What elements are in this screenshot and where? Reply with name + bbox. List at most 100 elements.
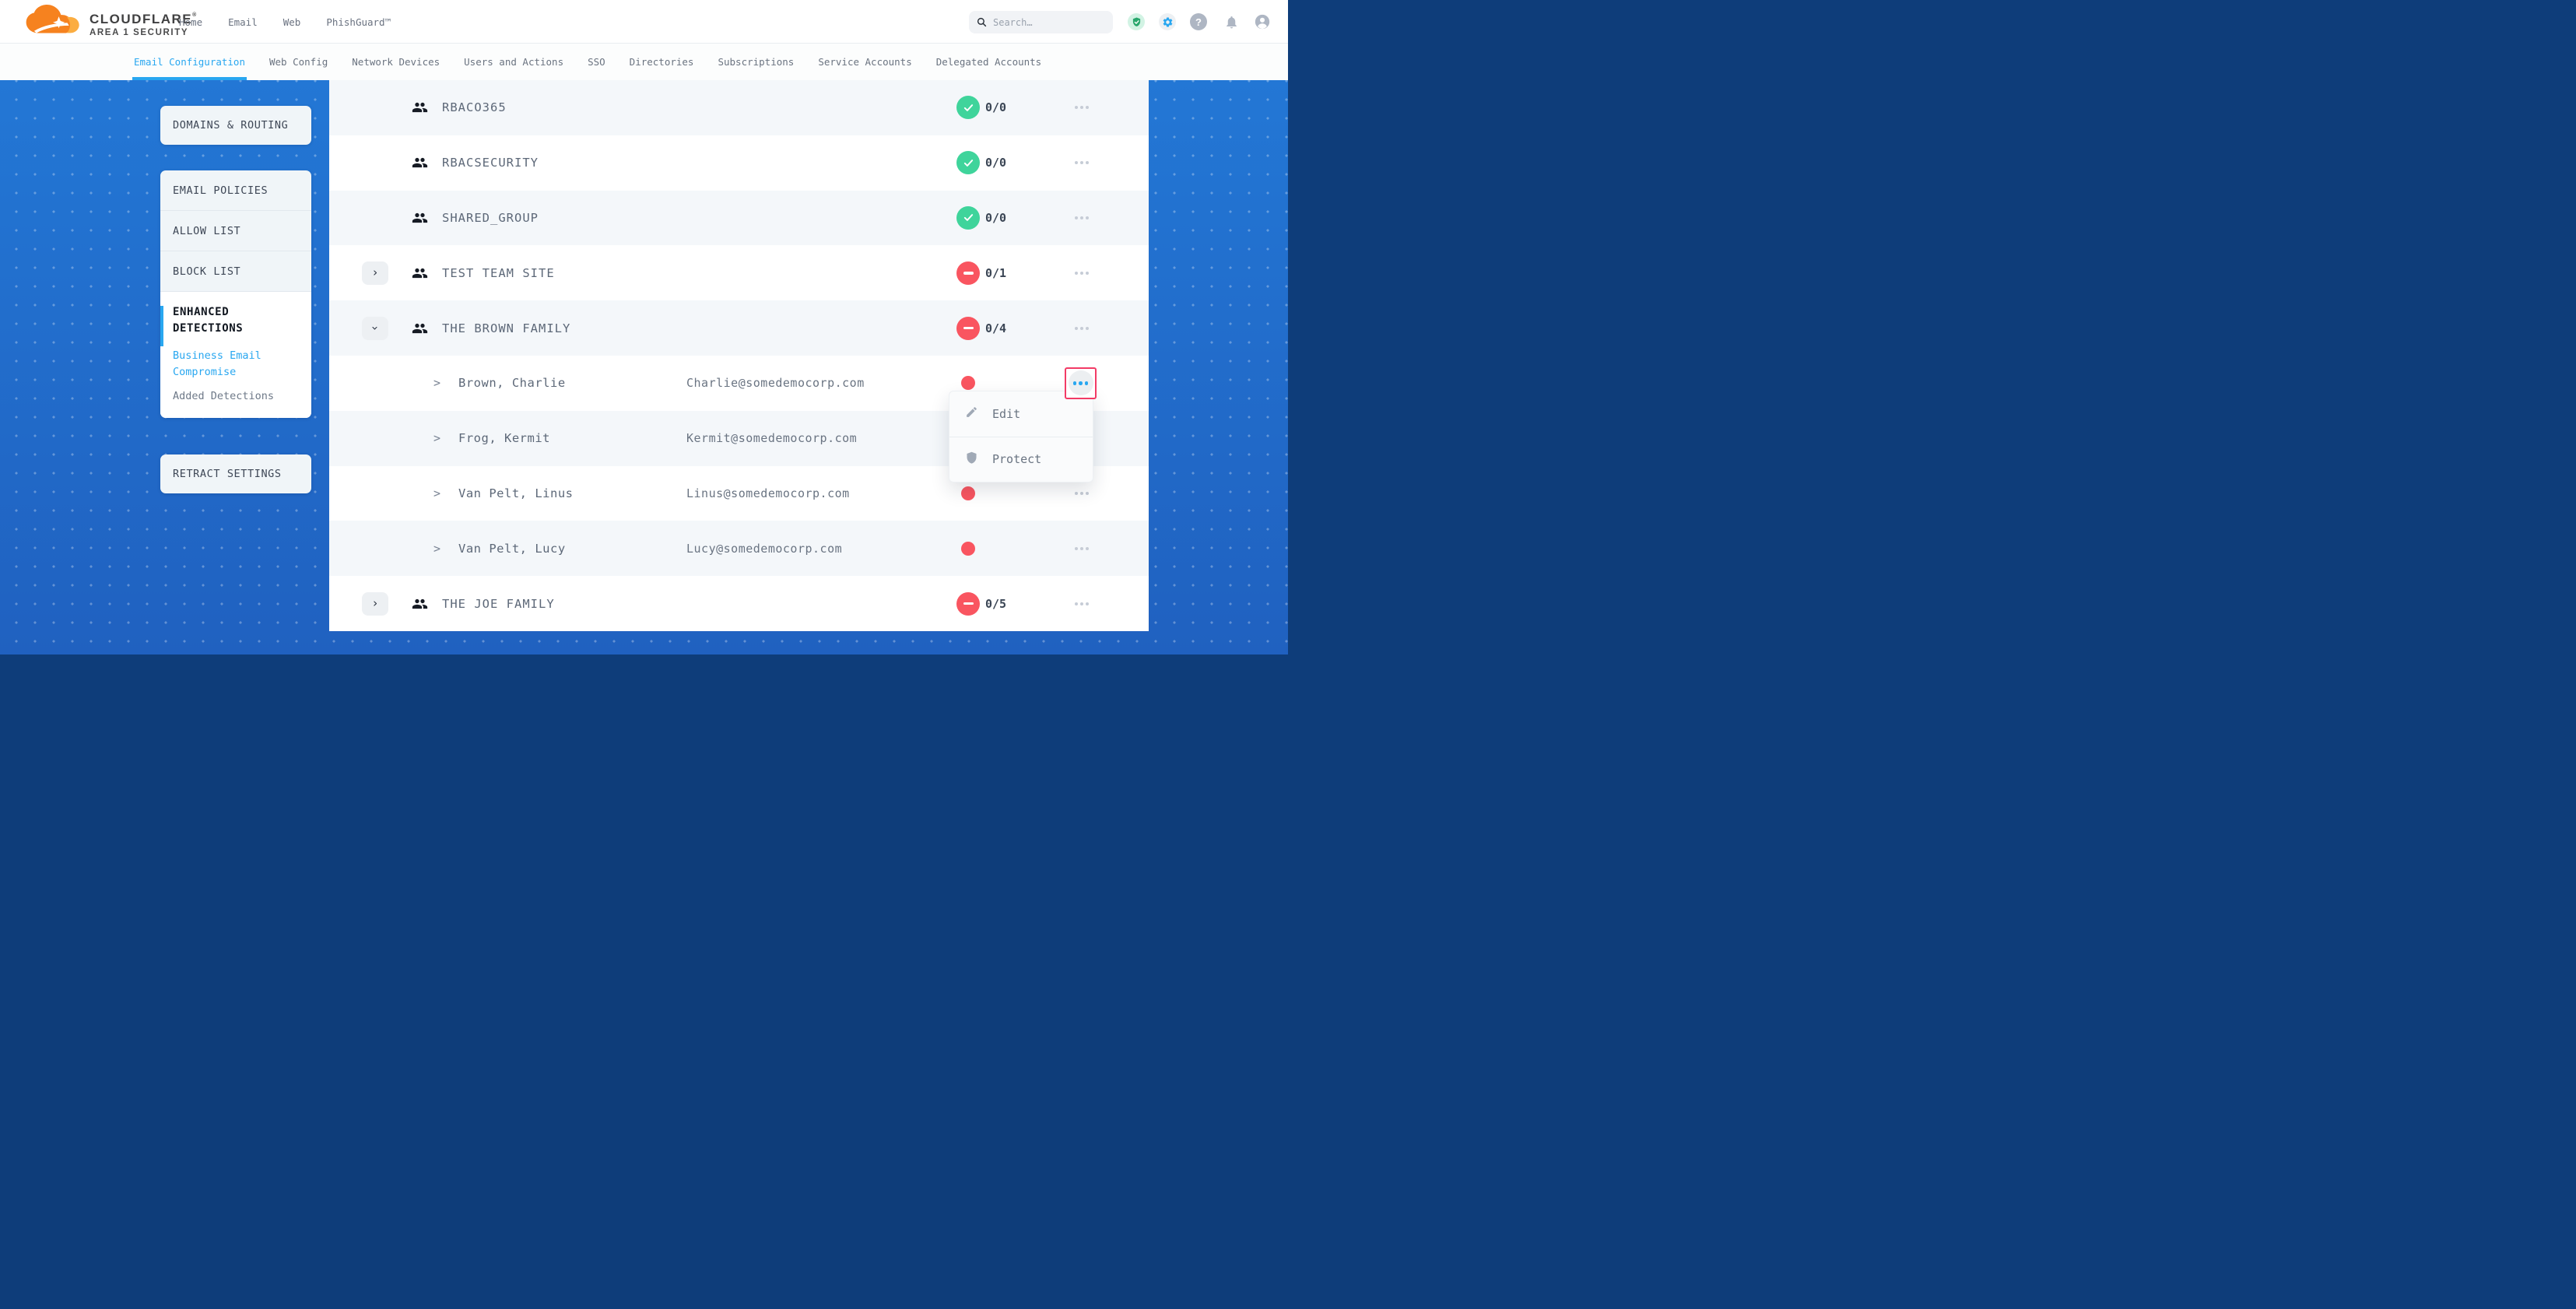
sidebar-item-domains-routing[interactable]: DOMAINS & ROUTING [160, 106, 311, 145]
row-actions-dropdown: EditProtect [949, 391, 1093, 483]
nav-item-web[interactable]: Web [283, 16, 301, 28]
group-row: ›THE JOE FAMILY0/5 [329, 576, 1149, 631]
row-actions-menu-button[interactable] [1070, 592, 1093, 616]
status-flagged-dot [961, 376, 975, 390]
sidebar-item-added-detections[interactable]: Added Detections [173, 390, 299, 402]
status-flagged-dot [961, 542, 975, 556]
search-box [969, 11, 1113, 33]
sidebar-item-business-email-compromise[interactable]: Business Email Compromise [173, 348, 290, 381]
group-row: › TEST TEAM SITE 0/1 [329, 245, 1149, 300]
status-unprotected-icon [956, 261, 980, 285]
status-unprotected-icon [956, 592, 980, 616]
tab-subscriptions[interactable]: Subscriptions [718, 44, 794, 80]
help-icon[interactable]: ? [1190, 13, 1207, 30]
click-highlight-annotation [1065, 367, 1097, 399]
row-actions-menu-button-active[interactable] [1069, 370, 1093, 395]
member-email: Charlie@somedemocorp.com [686, 376, 865, 390]
member-name: Brown, Charlie [458, 376, 566, 390]
menu-item-protect[interactable]: Protect [949, 437, 1093, 482]
member-name: Van Pelt, Linus [458, 486, 573, 500]
settings-gear-icon[interactable] [1159, 13, 1176, 30]
tab-email-configuration[interactable]: Email Configuration [134, 44, 245, 80]
group-people-icon [412, 265, 428, 281]
expand-group-button[interactable]: › [362, 261, 388, 285]
member-caret-icon: > [433, 376, 440, 390]
group-name: SHARED_GROUP [442, 211, 539, 225]
group-name: RBACO365 [442, 100, 507, 114]
row-actions-menu-button[interactable] [1070, 317, 1093, 340]
status-unprotected-icon [956, 317, 980, 340]
tab-web-config[interactable]: Web Config [269, 44, 328, 80]
expand-group-button[interactable]: › [362, 592, 388, 616]
member-row: > Van Pelt, Lucy Lucy@somedemocorp.com [329, 521, 1149, 576]
primary-nav: Home Email Web PhishGuard™ [179, 0, 391, 44]
nav-item-home[interactable]: Home [179, 16, 202, 28]
member-name: Frog, Kermit [458, 431, 550, 445]
tab-sso[interactable]: SSO [588, 44, 605, 80]
group-people-icon [412, 320, 428, 336]
group-name: TEST TEAM SITE [442, 266, 555, 280]
cloudflare-logo[interactable]: CLOUDFLARE® AREA 1 SECURITY [21, 5, 198, 39]
pencil-icon [965, 405, 978, 422]
search-input[interactable] [993, 17, 1105, 28]
protected-count: 0/0 [985, 156, 1006, 170]
group-people-icon [412, 100, 428, 116]
row-actions-menu-button[interactable] [1070, 537, 1093, 560]
member-email: Kermit@somedemocorp.com [686, 431, 857, 445]
tab-delegated-accounts[interactable]: Delegated Accounts [936, 44, 1041, 80]
group-row: RBACSECURITY 0/0 [329, 135, 1149, 191]
sidebar-card-domains-routing: DOMAINS & ROUTING [160, 106, 311, 145]
protected-count: 0/1 [985, 266, 1006, 280]
sidebar-item-retract-settings[interactable]: RETRACT SETTINGS [160, 454, 311, 493]
member-name: Van Pelt, Lucy [458, 542, 566, 556]
cloudflare-cloud-icon [21, 5, 85, 39]
protected-count: 0/4 [985, 321, 1006, 335]
page: CLOUDFLARE® AREA 1 SECURITY Home Email Web… [0, 0, 1288, 654]
groups-table: RBACO365 0/0 RBACSECURITY 0/0 SHARED_GROUP 0/… [329, 80, 1149, 631]
status-protected-icon [956, 206, 980, 230]
search-icon [977, 17, 987, 27]
shield-check-icon[interactable] [1128, 13, 1145, 30]
sidebar-item-block-list[interactable]: BLOCK LIST [160, 251, 311, 292]
status-flagged-dot [961, 486, 975, 500]
nav-item-phishguard[interactable]: PhishGuard™ [326, 16, 391, 28]
group-row: SHARED_GROUP 0/0 [329, 191, 1149, 246]
sidebar-item-email-policies[interactable]: EMAIL POLICIES [160, 170, 311, 211]
row-actions-menu-button[interactable] [1070, 151, 1093, 174]
group-people-icon [412, 209, 428, 226]
member-caret-icon: > [433, 542, 440, 556]
status-protected-icon [956, 151, 980, 174]
row-actions-menu-button[interactable] [1070, 261, 1093, 285]
protected-count: 0/0 [985, 211, 1006, 225]
active-item-indicator [160, 306, 163, 346]
protected-count: 0/5 [985, 597, 1006, 611]
group-people-icon [412, 155, 428, 171]
row-actions-menu-button[interactable] [1070, 96, 1093, 119]
enhanced-detections-title[interactable]: ENHANCED DETECTIONS [173, 304, 286, 337]
protected-count: 0/0 [985, 100, 1006, 114]
group-row: ›THE BROWN FAMILY0/4 [329, 300, 1149, 356]
tab-directories[interactable]: Directories [630, 44, 694, 80]
top-header: CLOUDFLARE® AREA 1 SECURITY Home Email Web… [0, 0, 1288, 44]
row-actions-menu-button[interactable] [1070, 206, 1093, 230]
member-caret-icon: > [433, 486, 440, 500]
member-email: Linus@somedemocorp.com [686, 486, 850, 500]
group-name: RBACSECURITY [442, 156, 539, 170]
shield-icon [965, 451, 978, 468]
sidebar-section-enhanced-detections: ENHANCED DETECTIONS Business Email Compr… [160, 292, 311, 418]
tab-users-and-actions[interactable]: Users and Actions [464, 44, 563, 80]
nav-item-email[interactable]: Email [228, 16, 258, 28]
menu-item-label: Protect [992, 452, 1041, 466]
collapse-group-button[interactable]: › [362, 317, 388, 340]
sidebar-item-allow-list[interactable]: ALLOW LIST [160, 211, 311, 251]
notifications-bell-icon[interactable] [1223, 13, 1240, 30]
member-email: Lucy@somedemocorp.com [686, 542, 842, 556]
sidebar-card-retract-settings: RETRACT SETTINGS [160, 454, 311, 493]
tab-network-devices[interactable]: Network Devices [352, 44, 440, 80]
account-icon[interactable] [1254, 13, 1271, 30]
member-row: >Brown, CharlieCharlie@somedemocorp.comE… [329, 356, 1149, 411]
tab-service-accounts[interactable]: Service Accounts [818, 44, 911, 80]
group-people-icon [412, 595, 428, 612]
row-actions-menu-button[interactable] [1070, 482, 1093, 505]
group-row: RBACO365 0/0 [329, 80, 1149, 135]
